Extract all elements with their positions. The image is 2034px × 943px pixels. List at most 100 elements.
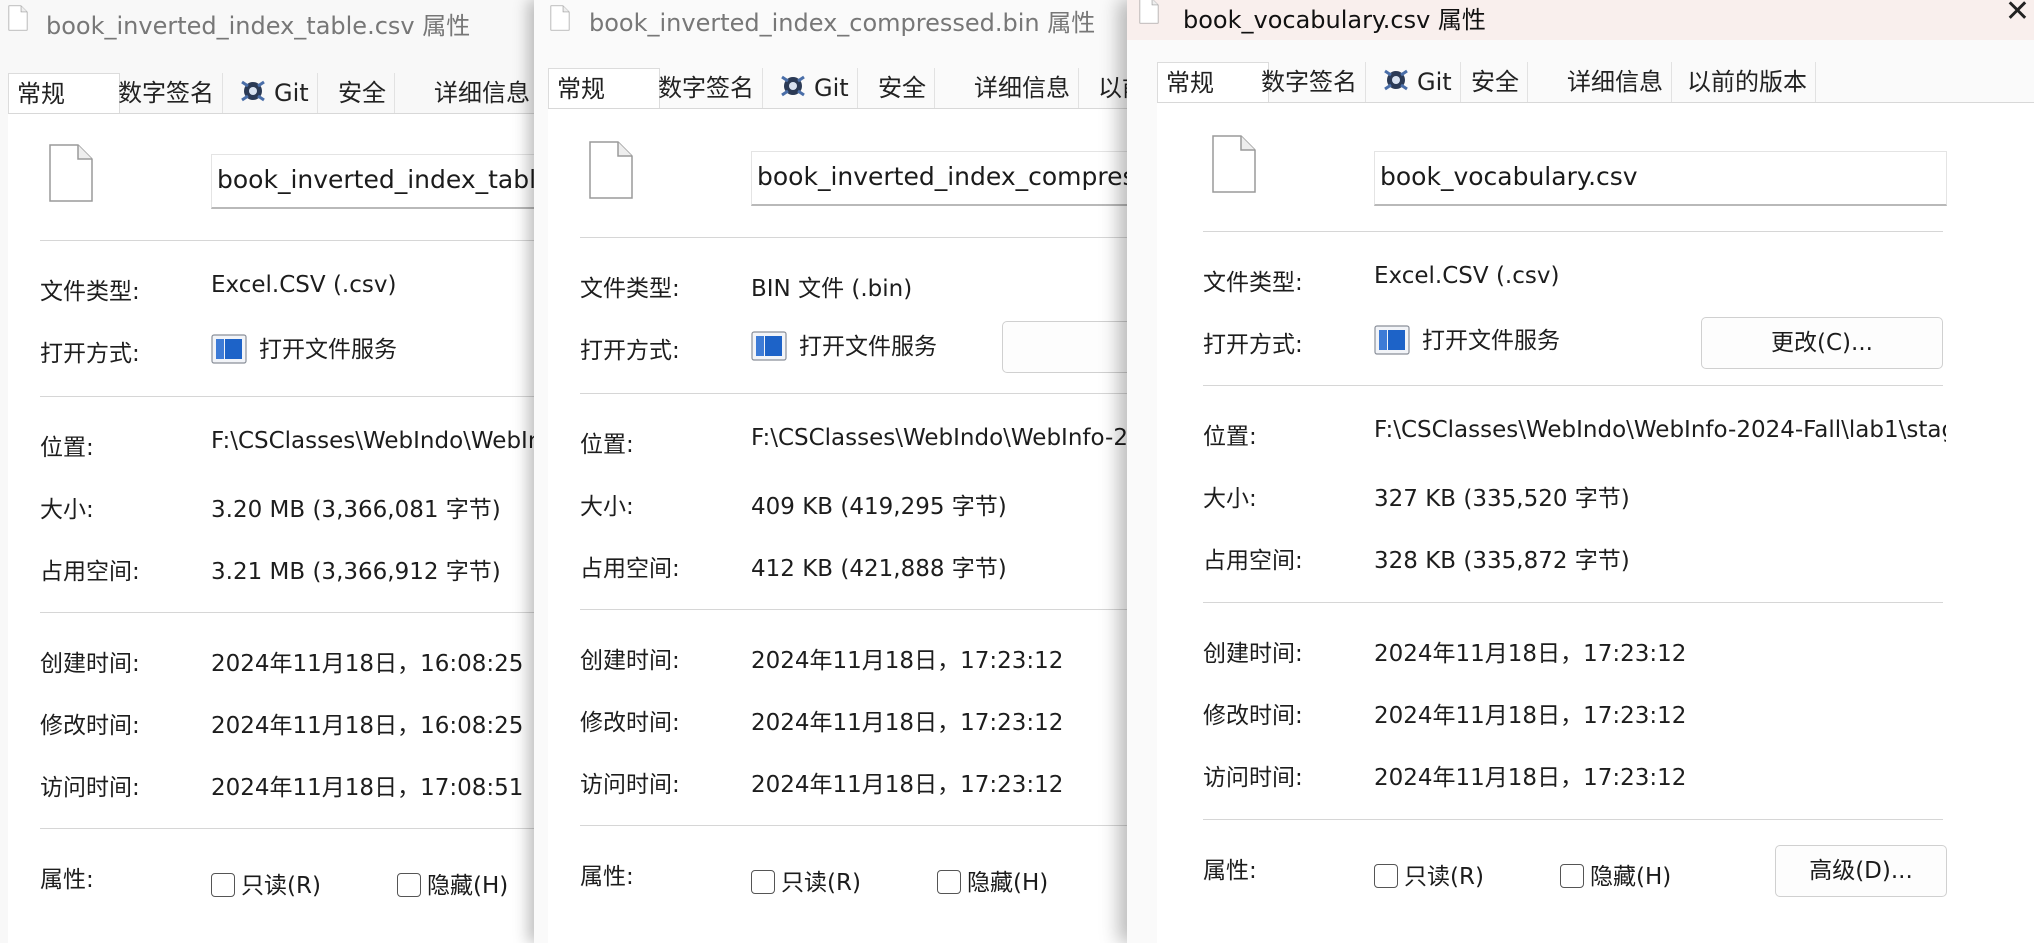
accessed-value: 2024年11月18日，17:23:12 (1374, 765, 1687, 791)
tab-git-label: Git (274, 79, 309, 107)
change-button[interactable] (1002, 321, 1134, 373)
tab-digital-signatures[interactable]: 数字签名 (110, 73, 223, 113)
location-value: F:\CSClasses\WebIndo\WebInfo-2024-Fall\l… (211, 428, 540, 454)
checkbox-box[interactable] (1560, 864, 1584, 888)
accessed-label: 访问时间: (40, 775, 140, 801)
open-with-label: 打开方式: (1203, 332, 1303, 358)
modified-value: 2024年11月18日，16:08:25 (211, 713, 524, 739)
tab-git[interactable]: Git (1373, 62, 1461, 102)
tab-details[interactable]: 详细信息 (1559, 62, 1672, 102)
hidden-label: 隐藏(H) (967, 870, 1049, 896)
open-with-value: 打开文件服务 (751, 327, 937, 361)
checkbox-box[interactable] (937, 870, 961, 894)
file-type-value: Excel.CSV (.csv) (211, 272, 397, 298)
document-icon (550, 5, 570, 31)
general-panel: book_inverted_index_table.csv 文件类型: Exce… (8, 114, 540, 943)
open-with-label: 打开方式: (40, 341, 140, 367)
modified-value: 2024年11月18日，17:23:12 (1374, 703, 1687, 729)
size-on-disk-value: 412 KB (421,888 字节) (751, 556, 1007, 582)
file-icon (1211, 135, 1257, 193)
change-button[interactable]: 更改(C)... (1701, 317, 1943, 369)
hidden-checkbox[interactable]: 隐藏(H) (937, 863, 1048, 897)
open-file-service-icon (751, 331, 787, 361)
modified-value: 2024年11月18日，17:23:12 (751, 710, 1064, 736)
readonly-label: 只读(R) (1404, 864, 1484, 890)
modified-label: 修改时间: (40, 713, 140, 739)
created-label: 创建时间: (40, 651, 140, 677)
tab-security[interactable]: 安全 (1463, 62, 1528, 102)
document-icon (1139, 0, 1159, 24)
accessed-value: 2024年11月18日，17:23:12 (751, 772, 1064, 798)
filename-field[interactable]: book_vocabulary.csv (1374, 151, 1947, 206)
file-type-label: 文件类型: (580, 276, 680, 302)
open-with-label: 打开方式: (580, 338, 680, 364)
readonly-label: 只读(R) (241, 873, 321, 899)
readonly-label: 只读(R) (781, 870, 861, 896)
readonly-checkbox[interactable]: 只读(R) (1374, 857, 1484, 891)
hidden-checkbox[interactable]: 隐藏(H) (397, 866, 508, 900)
created-value: 2024年11月18日，17:23:12 (751, 648, 1064, 674)
hidden-checkbox[interactable]: 隐藏(H) (1560, 857, 1671, 891)
file-type-label: 文件类型: (40, 279, 140, 305)
modified-label: 修改时间: (1203, 703, 1303, 729)
readonly-checkbox[interactable]: 只读(R) (211, 866, 321, 900)
size-value: 409 KB (419,295 字节) (751, 494, 1007, 520)
open-with-app-name: 打开文件服务 (1422, 328, 1560, 354)
location-label: 位置: (580, 432, 634, 458)
window-title: book_inverted_index_compressed.bin 属性 (589, 9, 1096, 37)
open-with-value: 打开文件服务 (211, 330, 397, 364)
checkbox-box[interactable] (211, 873, 235, 897)
close-icon[interactable]: ✕ (2005, 0, 2030, 29)
tab-details[interactable]: 详细信息 (966, 68, 1079, 108)
file-icon (588, 141, 634, 199)
checkbox-box[interactable] (1374, 864, 1398, 888)
readonly-checkbox[interactable]: 只读(R) (751, 863, 861, 897)
checkbox-box[interactable] (397, 873, 421, 897)
size-on-disk-label: 占用空间: (1203, 548, 1303, 574)
size-on-disk-label: 占用空间: (40, 559, 140, 585)
accessed-value: 2024年11月18日，17:08:51 (211, 775, 524, 801)
attributes-label: 属性: (1203, 858, 1257, 884)
title-bar[interactable]: book_vocabulary.csv 属性 ✕ (1127, 0, 2034, 40)
size-label: 大小: (40, 497, 94, 523)
open-file-service-icon (1374, 325, 1410, 355)
git-gear-icon (778, 73, 808, 99)
general-panel: book_inverted_index_compressed.bin 文件类型:… (548, 109, 1134, 943)
tab-previous-versions[interactable]: 以前的版本 (1679, 62, 1816, 102)
file-type-label: 文件类型: (1203, 270, 1303, 296)
window-title: book_vocabulary.csv 属性 (1183, 6, 1486, 34)
title-bar[interactable]: book_inverted_index_table.csv 属性 (0, 0, 540, 46)
created-value: 2024年11月18日，17:23:12 (1374, 641, 1687, 667)
accessed-label: 访问时间: (580, 772, 680, 798)
location-label: 位置: (1203, 424, 1257, 450)
git-gear-icon (238, 78, 268, 104)
size-on-disk-label: 占用空间: (580, 556, 680, 582)
tab-security[interactable]: 安全 (330, 73, 395, 113)
attributes-label: 属性: (580, 864, 634, 890)
tab-git-label: Git (814, 74, 849, 102)
tab-git[interactable]: Git (770, 68, 858, 108)
document-icon (8, 5, 28, 31)
filename-field[interactable]: book_inverted_index_compressed.bin (751, 151, 1134, 206)
modified-label: 修改时间: (580, 710, 680, 736)
window-title: book_inverted_index_table.csv 属性 (46, 12, 471, 40)
checkbox-box[interactable] (751, 870, 775, 894)
tab-git[interactable]: Git (230, 73, 318, 113)
title-bar[interactable]: book_inverted_index_compressed.bin 属性 (534, 0, 1134, 46)
open-with-app-name: 打开文件服务 (799, 334, 937, 360)
tab-general[interactable]: 常规 (548, 68, 660, 109)
tab-digital-signatures[interactable]: 数字签名 (1253, 62, 1366, 102)
size-value: 327 KB (335,520 字节) (1374, 486, 1630, 512)
tab-security[interactable]: 安全 (870, 68, 935, 108)
open-file-service-icon (211, 334, 247, 364)
properties-window-table: book_inverted_index_table.csv 属性 常规 数字签名… (0, 0, 540, 943)
attributes-label: 属性: (40, 867, 94, 893)
tab-general[interactable]: 常规 (8, 73, 120, 114)
tab-digital-signatures[interactable]: 数字签名 (650, 68, 763, 108)
size-label: 大小: (580, 494, 634, 520)
tab-details[interactable]: 详细信息 (426, 73, 539, 113)
file-type-value: BIN 文件 (.bin) (751, 276, 913, 302)
advanced-button[interactable]: 高级(D)... (1775, 845, 1947, 897)
filename-field[interactable]: book_inverted_index_table.csv (211, 154, 540, 209)
hidden-label: 隐藏(H) (427, 873, 509, 899)
